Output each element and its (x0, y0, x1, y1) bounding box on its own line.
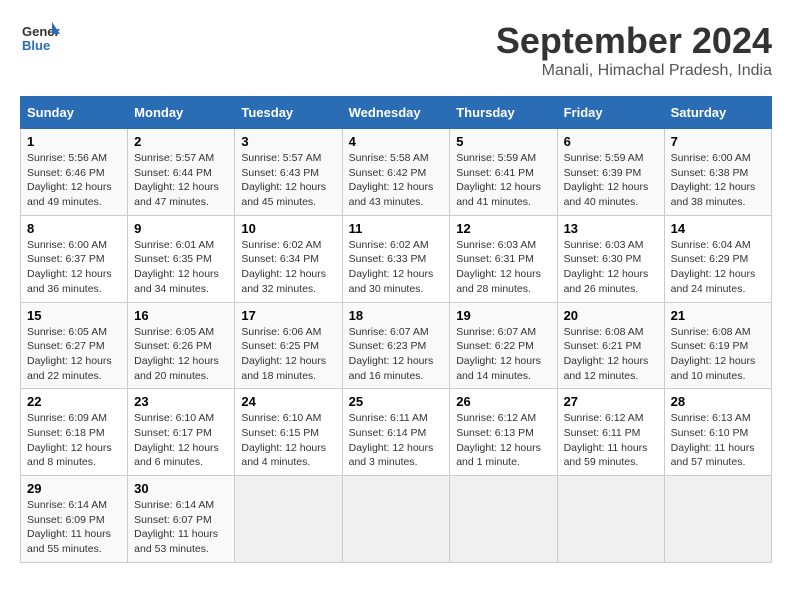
table-row: 22 Sunrise: 6:09 AM Sunset: 6:18 PM Dayl… (21, 389, 128, 476)
table-row: 25 Sunrise: 6:11 AM Sunset: 6:14 PM Dayl… (342, 389, 450, 476)
empty-cell (235, 476, 342, 563)
col-thursday: Thursday (450, 97, 557, 129)
table-row: 26 Sunrise: 6:12 AM Sunset: 6:13 PM Dayl… (450, 389, 557, 476)
col-monday: Monday (128, 97, 235, 129)
page-header: General Blue September 2024 Manali, Hima… (20, 20, 772, 80)
table-row: 5 Sunrise: 5:59 AM Sunset: 6:41 PM Dayli… (450, 129, 557, 216)
month-title: September 2024 (496, 20, 772, 62)
table-row: 16 Sunrise: 6:05 AM Sunset: 6:26 PM Dayl… (128, 302, 235, 389)
table-row: 23 Sunrise: 6:10 AM Sunset: 6:17 PM Dayl… (128, 389, 235, 476)
week-row: 29 Sunrise: 6:14 AM Sunset: 6:09 PM Dayl… (21, 476, 772, 563)
week-row: 1 Sunrise: 5:56 AM Sunset: 6:46 PM Dayli… (21, 129, 772, 216)
week-row: 22 Sunrise: 6:09 AM Sunset: 6:18 PM Dayl… (21, 389, 772, 476)
table-row: 7 Sunrise: 6:00 AM Sunset: 6:38 PM Dayli… (664, 129, 771, 216)
table-row: 12 Sunrise: 6:03 AM Sunset: 6:31 PM Dayl… (450, 215, 557, 302)
table-row: 9 Sunrise: 6:01 AM Sunset: 6:35 PM Dayli… (128, 215, 235, 302)
logo: General Blue (20, 20, 60, 56)
calendar-table: Sunday Monday Tuesday Wednesday Thursday… (20, 96, 772, 563)
table-row: 24 Sunrise: 6:10 AM Sunset: 6:15 PM Dayl… (235, 389, 342, 476)
table-row: 4 Sunrise: 5:58 AM Sunset: 6:42 PM Dayli… (342, 129, 450, 216)
col-saturday: Saturday (664, 97, 771, 129)
table-row: 1 Sunrise: 5:56 AM Sunset: 6:46 PM Dayli… (21, 129, 128, 216)
col-friday: Friday (557, 97, 664, 129)
table-row: 20 Sunrise: 6:08 AM Sunset: 6:21 PM Dayl… (557, 302, 664, 389)
table-row: 18 Sunrise: 6:07 AM Sunset: 6:23 PM Dayl… (342, 302, 450, 389)
table-row: 27 Sunrise: 6:12 AM Sunset: 6:11 PM Dayl… (557, 389, 664, 476)
table-row: 28 Sunrise: 6:13 AM Sunset: 6:10 PM Dayl… (664, 389, 771, 476)
table-row: 8 Sunrise: 6:00 AM Sunset: 6:37 PM Dayli… (21, 215, 128, 302)
empty-cell (342, 476, 450, 563)
table-row: 11 Sunrise: 6:02 AM Sunset: 6:33 PM Dayl… (342, 215, 450, 302)
table-row: 6 Sunrise: 5:59 AM Sunset: 6:39 PM Dayli… (557, 129, 664, 216)
table-row: 13 Sunrise: 6:03 AM Sunset: 6:30 PM Dayl… (557, 215, 664, 302)
location: Manali, Himachal Pradesh, India (496, 62, 772, 80)
table-row: 17 Sunrise: 6:06 AM Sunset: 6:25 PM Dayl… (235, 302, 342, 389)
week-row: 15 Sunrise: 6:05 AM Sunset: 6:27 PM Dayl… (21, 302, 772, 389)
table-row: 15 Sunrise: 6:05 AM Sunset: 6:27 PM Dayl… (21, 302, 128, 389)
logo-icon: General Blue (20, 20, 60, 56)
empty-cell (557, 476, 664, 563)
col-tuesday: Tuesday (235, 97, 342, 129)
week-row: 8 Sunrise: 6:00 AM Sunset: 6:37 PM Dayli… (21, 215, 772, 302)
table-row: 19 Sunrise: 6:07 AM Sunset: 6:22 PM Dayl… (450, 302, 557, 389)
empty-cell (450, 476, 557, 563)
table-row: 14 Sunrise: 6:04 AM Sunset: 6:29 PM Dayl… (664, 215, 771, 302)
table-row: 10 Sunrise: 6:02 AM Sunset: 6:34 PM Dayl… (235, 215, 342, 302)
table-row: 21 Sunrise: 6:08 AM Sunset: 6:19 PM Dayl… (664, 302, 771, 389)
col-wednesday: Wednesday (342, 97, 450, 129)
svg-text:Blue: Blue (22, 38, 50, 53)
empty-cell (664, 476, 771, 563)
table-row: 3 Sunrise: 5:57 AM Sunset: 6:43 PM Dayli… (235, 129, 342, 216)
col-sunday: Sunday (21, 97, 128, 129)
header-row: Sunday Monday Tuesday Wednesday Thursday… (21, 97, 772, 129)
table-row: 29 Sunrise: 6:14 AM Sunset: 6:09 PM Dayl… (21, 476, 128, 563)
table-row: 30 Sunrise: 6:14 AM Sunset: 6:07 PM Dayl… (128, 476, 235, 563)
title-block: September 2024 Manali, Himachal Pradesh,… (496, 20, 772, 80)
table-row: 2 Sunrise: 5:57 AM Sunset: 6:44 PM Dayli… (128, 129, 235, 216)
